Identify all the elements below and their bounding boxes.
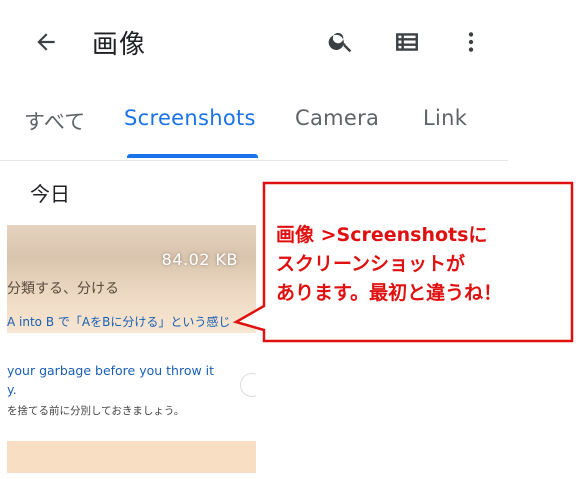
thumbnail-bottom-band: [7, 441, 256, 473]
thumbnail-text-line: A into B で「AをBに分ける」という感じ: [7, 315, 231, 329]
page-title: 画像: [92, 30, 147, 60]
tab-link[interactable]: Link: [423, 106, 467, 130]
thumbnail-text-line: 分類する、分ける: [7, 281, 119, 297]
tab-camera[interactable]: Camera: [295, 106, 379, 130]
tab-screenshots[interactable]: Screenshots: [124, 106, 256, 130]
search-icon[interactable]: [324, 24, 358, 58]
tab-bar: すべて Screenshots Camera Link: [0, 84, 508, 161]
thumbnail-text-line: y.: [7, 382, 17, 397]
thumbnail-top-band: 84.02 KB 分類する、分ける A into B で「AをBに分ける」という…: [7, 225, 256, 333]
more-vert-icon[interactable]: [456, 26, 486, 58]
thumbnail-text-line: を捨てる前に分別しておきましょう。: [7, 405, 185, 417]
thumbnail-middle-band: your garbage before you throw it y. を捨てる…: [7, 333, 256, 441]
date-section-heading: 今日: [30, 182, 70, 206]
thumbnail-circle-decoration: [240, 373, 256, 397]
app-bar: 画像: [0, 0, 508, 84]
file-size-label: 84.02 KB: [161, 250, 238, 269]
active-tab-indicator: [127, 154, 258, 158]
list-view-icon[interactable]: [390, 26, 424, 58]
tab-all[interactable]: すべて: [24, 106, 86, 136]
annotation-callout-text: 画像 >Screenshotsに スクリーンショットが あります。最初と違うね！: [276, 224, 503, 304]
thumbnail-text-line: your garbage before you throw it: [7, 363, 215, 378]
screenshot-thumbnail[interactable]: 84.02 KB 分類する、分ける A into B で「AをBに分ける」という…: [7, 225, 256, 473]
back-arrow-icon[interactable]: [28, 26, 64, 58]
